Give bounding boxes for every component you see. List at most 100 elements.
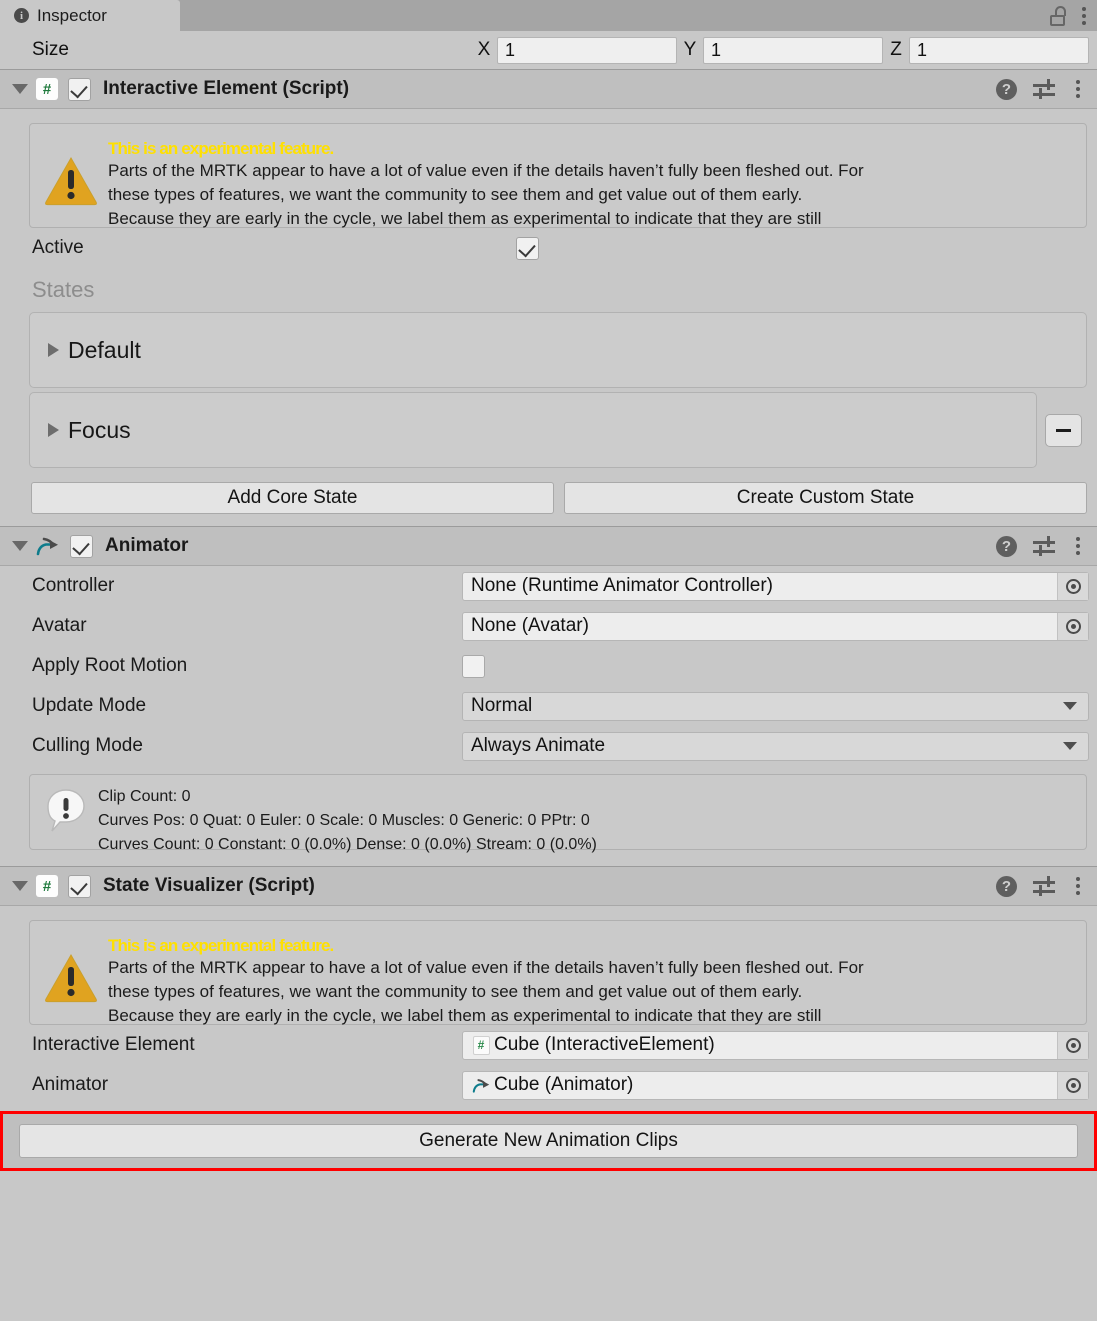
kebab-menu-icon[interactable] <box>1077 6 1091 26</box>
create-custom-state-button[interactable]: Create Custom State <box>564 482 1087 514</box>
active-property-row: Active <box>0 228 1097 268</box>
controller-label: Controller <box>32 575 115 596</box>
state-action-buttons: Add Core State Create Custom State <box>0 472 1097 526</box>
object-picker-icon[interactable] <box>1057 572 1088 600</box>
generate-new-animation-clips-button[interactable]: Generate New Animation Clips <box>19 1124 1078 1158</box>
curves-count-line: Curves Count: 0 Constant: 0 (0.0%) Dense… <box>98 836 597 853</box>
state-row-default: Default <box>0 312 1097 388</box>
culling-mode-value: Always Animate <box>471 735 606 756</box>
states-section-label: States <box>32 277 95 302</box>
help-icon[interactable]: ? <box>996 875 1017 897</box>
state-foldout-default[interactable]: Default <box>29 312 1087 388</box>
kebab-menu-icon[interactable] <box>1071 79 1085 99</box>
tab-inspector[interactable]: i Inspector <box>0 0 180 31</box>
update-mode-value: Normal <box>471 695 533 716</box>
component-header-animator[interactable]: Animator ? <box>0 526 1097 566</box>
animator-info-box: Clip Count: 0 Curves Pos: 0 Quat: 0 Eule… <box>29 774 1087 853</box>
component-title: Interactive Element (Script) <box>103 78 350 99</box>
active-checkbox[interactable] <box>515 236 539 260</box>
warning-triangle-icon <box>44 156 98 206</box>
preset-settings-icon[interactable] <box>1033 876 1055 896</box>
component-enabled-checkbox[interactable] <box>70 534 93 558</box>
help-icon[interactable]: ? <box>996 78 1017 100</box>
animator-value: Cube (Animator) <box>494 1074 634 1095</box>
interactive-element-value: Cube (InteractiveElement) <box>494 1034 715 1055</box>
size-x-input[interactable]: 1 <box>497 36 677 64</box>
animator-culling-mode-row: Culling Mode Always Animate <box>0 726 1097 766</box>
state-name-label: Focus <box>68 416 131 443</box>
culling-mode-dropdown[interactable]: Always Animate <box>462 731 1089 761</box>
component-header-actions: ? <box>996 875 1089 897</box>
warning-line-2: these types of features, we want the com… <box>108 185 803 204</box>
size-y-input[interactable]: 1 <box>703 36 883 64</box>
component-header-interactive-element[interactable]: # Interactive Element (Script) ? <box>0 69 1097 109</box>
tab-inspector-label: Inspector <box>37 5 107 25</box>
size-y-axis-label: Y <box>683 39 697 60</box>
apply-root-motion-checkbox[interactable] <box>462 654 485 678</box>
bottom-spacer <box>0 1171 1097 1181</box>
animator-info-text: Clip Count: 0 Curves Pos: 0 Quat: 0 Eule… <box>98 783 597 857</box>
interactive-element-label: Interactive Element <box>32 1034 195 1055</box>
foldout-expanded-icon[interactable] <box>12 881 28 891</box>
component-title: State Visualizer (Script) <box>103 875 315 896</box>
warning-line-3: Because they are early in the cycle, we … <box>108 1006 822 1025</box>
controller-object-field[interactable]: None (Runtime Animator Controller) <box>462 571 1089 601</box>
size-label: Size <box>32 39 69 60</box>
component-title: Animator <box>105 535 189 556</box>
avatar-object-field[interactable]: None (Avatar) <box>462 611 1089 641</box>
inspector-window: i Inspector Size X 1 Y 1 Z 1 # Interacti… <box>0 0 1097 1321</box>
animator-object-field[interactable]: Cube (Animator) <box>462 1070 1089 1100</box>
size-vector-fields: X 1 Y 1 Z 1 <box>471 36 1089 64</box>
size-z-field-group: Z 1 <box>883 36 1089 64</box>
state-row-focus: Focus <box>0 392 1097 468</box>
animator-controller-row: Controller None (Runtime Animator Contro… <box>0 566 1097 606</box>
size-z-input[interactable]: 1 <box>909 36 1089 64</box>
experimental-feature-warning: This is an experimental feature. Parts o… <box>29 920 1087 1025</box>
chevron-right-icon[interactable] <box>48 423 59 437</box>
interactive-element-body: This is an experimental feature. Parts o… <box>0 123 1097 526</box>
warning-text-block: This is an experimental feature. Parts o… <box>108 931 864 1028</box>
warning-title: This is an experimental feature. <box>108 936 334 955</box>
animator-update-mode-row: Update Mode Normal <box>0 686 1097 726</box>
object-picker-icon[interactable] <box>1057 1071 1088 1099</box>
component-enabled-checkbox[interactable] <box>68 77 91 101</box>
object-picker-icon[interactable] <box>1057 1031 1088 1059</box>
warning-title: This is an experimental feature. <box>108 139 334 158</box>
warning-line-1: Parts of the MRTK appear to have a lot o… <box>108 958 864 977</box>
component-enabled-checkbox[interactable] <box>68 874 91 898</box>
chevron-down-icon <box>1063 742 1077 750</box>
kebab-menu-icon[interactable] <box>1071 876 1085 896</box>
remove-state-button[interactable] <box>1045 413 1082 447</box>
help-icon[interactable]: ? <box>996 535 1017 557</box>
animator-icon <box>471 1075 491 1095</box>
info-icon: i <box>14 8 29 23</box>
state-foldout-focus[interactable]: Focus <box>29 392 1037 468</box>
interactive-element-object-field[interactable]: # Cube (InteractiveElement) <box>462 1030 1089 1060</box>
avatar-label: Avatar <box>32 615 87 636</box>
component-header-state-visualizer[interactable]: # State Visualizer (Script) ? <box>0 866 1097 906</box>
component-header-actions: ? <box>996 535 1089 557</box>
culling-mode-label: Culling Mode <box>32 735 143 756</box>
warning-text-block: This is an experimental feature. Parts o… <box>108 134 864 231</box>
preset-settings-icon[interactable] <box>1033 79 1055 99</box>
info-bubble-icon <box>42 786 90 834</box>
size-x-axis-label: X <box>477 39 491 60</box>
animator-avatar-row: Avatar None (Avatar) <box>0 606 1097 646</box>
foldout-expanded-icon[interactable] <box>12 541 28 551</box>
size-x-field-group: X 1 <box>471 36 677 64</box>
script-icon: # <box>36 78 58 100</box>
chevron-down-icon <box>1063 702 1077 710</box>
chevron-right-icon[interactable] <box>48 343 59 357</box>
animator-icon <box>36 535 60 557</box>
warning-line-3: Because they are early in the cycle, we … <box>108 209 822 228</box>
warning-triangle-icon <box>44 953 98 1003</box>
update-mode-dropdown[interactable]: Normal <box>462 691 1089 721</box>
unlocked-padlock-icon[interactable] <box>1049 5 1067 26</box>
foldout-expanded-icon[interactable] <box>12 84 28 94</box>
kebab-menu-icon[interactable] <box>1071 536 1085 556</box>
animator-body: Controller None (Runtime Animator Contro… <box>0 566 1097 853</box>
add-core-state-button[interactable]: Add Core State <box>31 482 554 514</box>
object-picker-icon[interactable] <box>1057 612 1088 640</box>
experimental-feature-warning: This is an experimental feature. Parts o… <box>29 123 1087 228</box>
preset-settings-icon[interactable] <box>1033 536 1055 556</box>
